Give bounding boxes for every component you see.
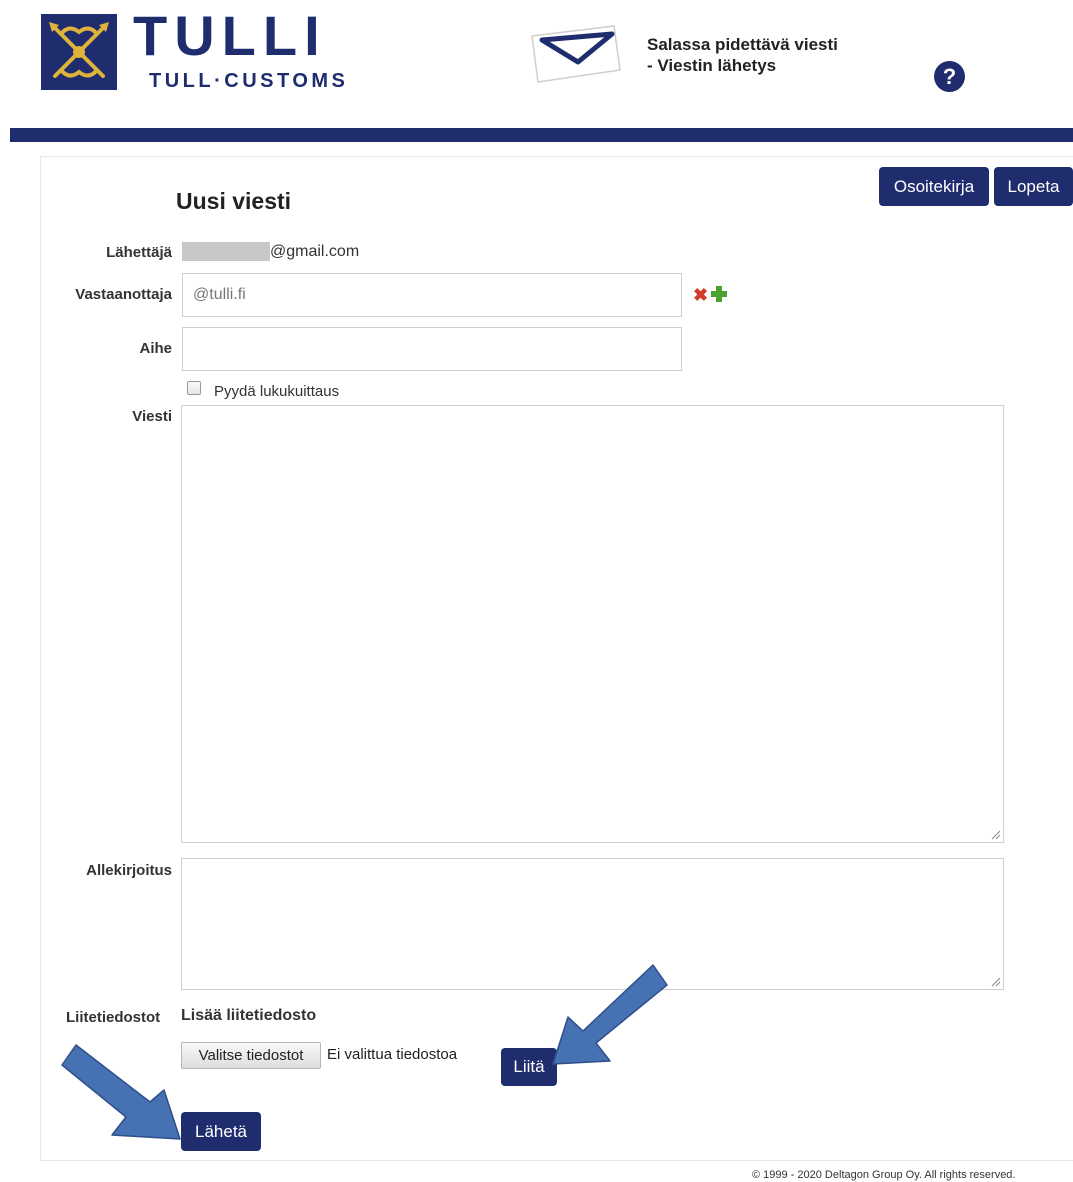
arrow-to-send-icon: [61, 1044, 181, 1140]
arrow-to-attach-icon: [552, 964, 668, 1065]
annotation-arrows: [61, 964, 668, 1140]
footer-copyright: © 1999 - 2020 Deltagon Group Oy. All rig…: [752, 1169, 1016, 1181]
